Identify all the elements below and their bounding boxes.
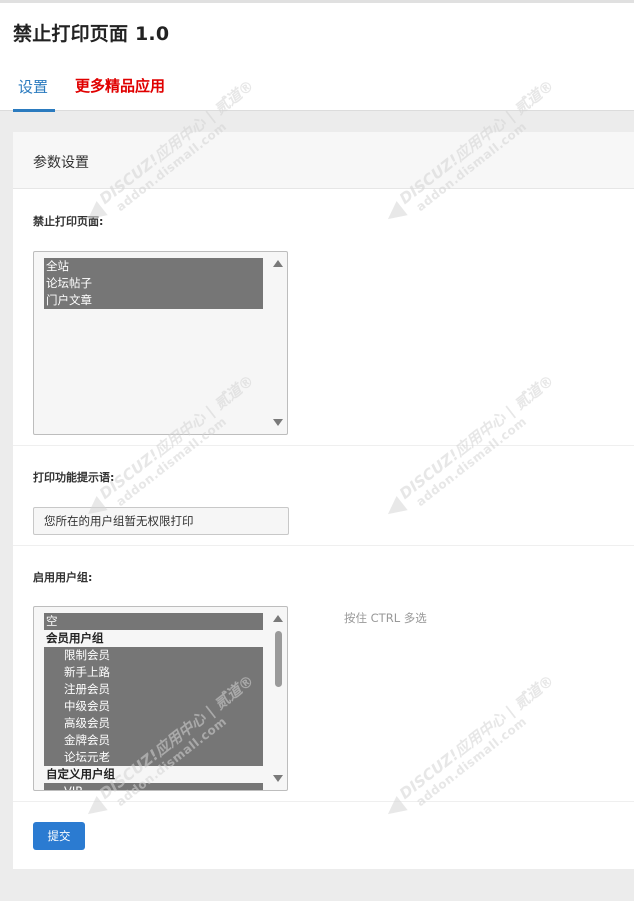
print-tip-label: 打印功能提示语: xyxy=(33,471,115,484)
scroll-up-arrow-icon[interactable] xyxy=(273,615,283,622)
optgroup-custom: 自定义用户组 xyxy=(44,766,263,783)
option-portal-articles[interactable]: 门户文章 xyxy=(44,292,263,309)
panel-title: 参数设置 xyxy=(33,155,89,171)
active-tab-indicator xyxy=(13,109,55,112)
tab-settings[interactable]: 设置 xyxy=(18,76,48,97)
option-member-group[interactable]: 中级会员 xyxy=(44,698,263,715)
option-member-group[interactable]: 限制会员 xyxy=(44,647,263,664)
forbid-print-label: 禁止打印页面: xyxy=(33,215,104,228)
app-title: 禁止打印页面 1.0 xyxy=(13,23,170,45)
option-forum-posts[interactable]: 论坛帖子 xyxy=(44,275,263,292)
forbid-print-select[interactable]: 全站 论坛帖子 门户文章 xyxy=(33,251,288,435)
option-member-group[interactable]: 注册会员 xyxy=(44,681,263,698)
option-member-group[interactable]: 高级会员 xyxy=(44,715,263,732)
settings-panel: 参数设置 禁止打印页面: 全站 论坛帖子 门户文章 打印功能提示语: 启用用户组… xyxy=(13,132,634,869)
top-header: 禁止打印页面 1.0 设置 更多精品应用 xyxy=(0,0,634,112)
option-all-site[interactable]: 全站 xyxy=(44,258,263,275)
scroll-down-arrow-icon[interactable] xyxy=(273,419,283,426)
option-member-group[interactable]: 新手上路 xyxy=(44,664,263,681)
divider xyxy=(13,545,634,546)
user-groups-select[interactable]: 空 会员用户组 限制会员 新手上路 注册会员 中级会员 高级会员 金牌会员 论坛… xyxy=(33,606,288,791)
scrollbar-thumb[interactable] xyxy=(275,631,282,687)
scroll-down-arrow-icon[interactable] xyxy=(273,775,283,782)
option-member-group[interactable]: 论坛元老 xyxy=(44,749,263,766)
user-groups-label: 启用用户组: xyxy=(33,571,93,584)
divider xyxy=(13,801,634,802)
divider xyxy=(13,445,634,446)
multi-select-hint: 按住 CTRL 多选 xyxy=(344,611,427,625)
panel-header: 参数设置 xyxy=(13,132,634,189)
submit-button[interactable]: 提交 xyxy=(33,822,85,850)
scroll-up-arrow-icon[interactable] xyxy=(273,260,283,267)
tab-more-apps[interactable]: 更多精品应用 xyxy=(75,75,165,96)
print-tip-input[interactable] xyxy=(33,507,289,535)
option-empty[interactable]: 空 xyxy=(44,613,263,630)
optgroup-members: 会员用户组 xyxy=(44,630,263,647)
option-member-group[interactable]: 金牌会员 xyxy=(44,732,263,749)
option-custom-group[interactable]: VIP xyxy=(44,783,263,790)
